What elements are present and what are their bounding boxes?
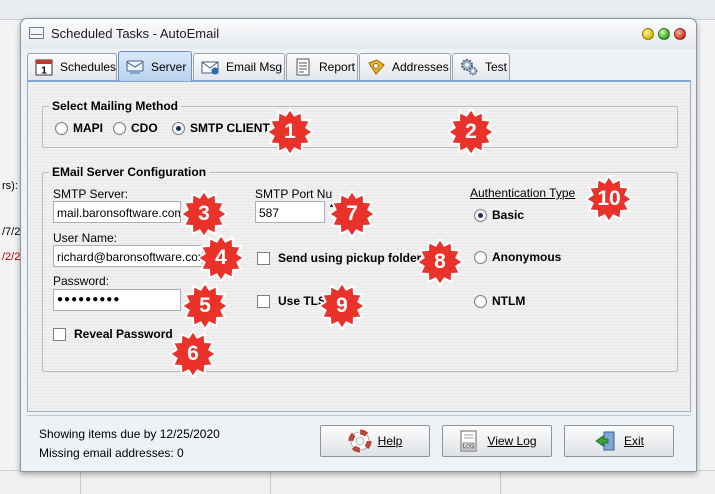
smtp-port-label: SMTP Port Number (255, 187, 333, 201)
view-log-label: View Log (487, 434, 537, 448)
auth-type-title: Authentication Type (470, 186, 576, 200)
svg-text:LOG: LOG (464, 444, 475, 450)
log-file-icon: LOG (460, 430, 477, 452)
callout-badge-4: 4 (197, 234, 245, 282)
radio-button[interactable] (474, 294, 487, 308)
tab-report[interactable]: Report (286, 53, 358, 80)
envelope-icon (29, 27, 44, 39)
help-button[interactable]: Help (320, 425, 430, 457)
background-toolbar (0, 0, 715, 20)
use-tls-checkbox[interactable]: Use TLS (257, 294, 326, 308)
password-input[interactable]: ●●●●●●●●● (53, 289, 181, 311)
tab-label: Schedules (60, 60, 117, 74)
radio-label: MAPI (73, 121, 103, 135)
envelope-icon (201, 61, 219, 75)
password-label: Password: (53, 274, 110, 288)
tab-test[interactable]: Test (452, 53, 510, 80)
background-right-column (694, 20, 715, 494)
user-name-input[interactable]: richard@baronsoftware.com (53, 245, 203, 267)
radio-button[interactable] (113, 121, 126, 135)
radio-label: NTLM (492, 294, 526, 308)
mailing-method-legend: Select Mailing Method (49, 99, 182, 113)
callout-badge-7: 7 (328, 190, 376, 238)
checkbox-box[interactable] (53, 327, 66, 341)
mailing-method-group: Select Mailing Method MAPI CDO SMTP CLIE… (42, 99, 678, 148)
tab-label: Report (319, 60, 356, 74)
radio-smtp-client[interactable]: SMTP CLIENT (172, 121, 270, 135)
smtp-server-label: SMTP Server: (53, 187, 129, 201)
tab-email-msg[interactable]: Email Msg (193, 53, 285, 80)
callout-badge-9: 9 (318, 282, 366, 330)
gears-icon (461, 59, 478, 76)
smtp-port-input[interactable]: 587 (255, 201, 325, 223)
exit-button[interactable]: Exit (564, 425, 674, 457)
background-text-fragment: rs): (2, 180, 18, 192)
lifebuoy-icon (348, 429, 372, 453)
radio-cdo[interactable]: CDO (113, 121, 158, 135)
server-icon (126, 60, 144, 74)
callout-badge-1: 1 (266, 108, 314, 156)
checkbox-box[interactable] (257, 251, 270, 265)
calendar-icon: 1 (35, 59, 53, 77)
tab-label: Addresses (392, 60, 449, 74)
tab-server[interactable]: Server (118, 51, 192, 81)
callout-badge-10: 10 (585, 175, 633, 223)
server-config-legend: EMail Server Configuration (49, 165, 210, 179)
checkbox-label: Send using pickup folder (278, 251, 422, 265)
radio-auth-basic[interactable]: Basic (474, 208, 524, 222)
tab-schedules[interactable]: 1 Schedules (27, 53, 117, 80)
user-name-label: User Name: (53, 231, 118, 245)
callout-badge-3: 3 (180, 190, 228, 238)
exit-door-icon (595, 431, 615, 451)
radio-button[interactable] (474, 208, 487, 222)
callout-badge-2: 2 (447, 108, 495, 156)
svg-text:1: 1 (41, 66, 47, 77)
tab-label: Email Msg (226, 60, 283, 74)
window-title: Scheduled Tasks - AutoEmail (51, 26, 220, 41)
title-bar[interactable]: Scheduled Tasks - AutoEmail (21, 19, 696, 49)
pickup-folder-checkbox[interactable]: Send using pickup folder (257, 251, 421, 265)
help-label: Help (377, 434, 403, 448)
tab-label: Test (485, 60, 508, 74)
view-log-button[interactable]: LOG View Log (442, 425, 552, 457)
radio-label: Anonymous (492, 250, 562, 264)
callout-badge-8: 8 (416, 238, 464, 286)
dialog-footer: Showing items due by 12/25/2020 Missing … (27, 415, 691, 467)
background-text-fragment: /7/2 (2, 226, 21, 238)
tab-addresses[interactable]: Addresses (359, 53, 451, 80)
radio-auth-anonymous[interactable]: Anonymous (474, 250, 561, 264)
maximize-button[interactable] (658, 28, 670, 40)
background-column-divider (270, 470, 271, 494)
radio-mapi[interactable]: MAPI (55, 121, 103, 135)
report-icon (296, 58, 310, 76)
radio-button[interactable] (55, 121, 68, 135)
missing-addresses-status: Missing email addresses: 0 (39, 446, 184, 460)
server-tab-page: Select Mailing Method MAPI CDO SMTP CLIE… (27, 82, 691, 412)
checkbox-box[interactable] (257, 294, 270, 308)
callout-badge-5: 5 (181, 282, 229, 330)
radio-label: CDO (131, 121, 158, 135)
exit-label: Exit (623, 434, 644, 448)
scheduled-tasks-dialog: Scheduled Tasks - AutoEmail 1 Schedules … (20, 18, 697, 472)
radio-label: SMTP CLIENT (190, 121, 270, 135)
radio-button[interactable] (474, 250, 487, 264)
address-book-icon (368, 59, 385, 75)
tab-bar: 1 Schedules Server Email Msg Report Addr… (21, 49, 696, 81)
minimize-button[interactable] (642, 28, 654, 40)
background-bottom-row (0, 470, 715, 494)
due-date-status: Showing items due by 12/25/2020 (39, 427, 220, 441)
smtp-server-input[interactable]: mail.baronsoftware.com (53, 201, 181, 223)
callout-badge-6: 6 (169, 330, 217, 378)
reveal-password-checkbox[interactable]: Reveal Password (53, 327, 173, 341)
radio-button[interactable] (172, 121, 185, 135)
radio-label: Basic (492, 208, 525, 222)
close-button[interactable] (674, 28, 686, 40)
background-column-divider (80, 470, 81, 494)
background-column-divider (500, 470, 501, 494)
checkbox-label: Reveal Password (74, 327, 173, 341)
radio-auth-ntlm[interactable]: NTLM (474, 294, 525, 308)
tab-label: Server (151, 59, 187, 74)
